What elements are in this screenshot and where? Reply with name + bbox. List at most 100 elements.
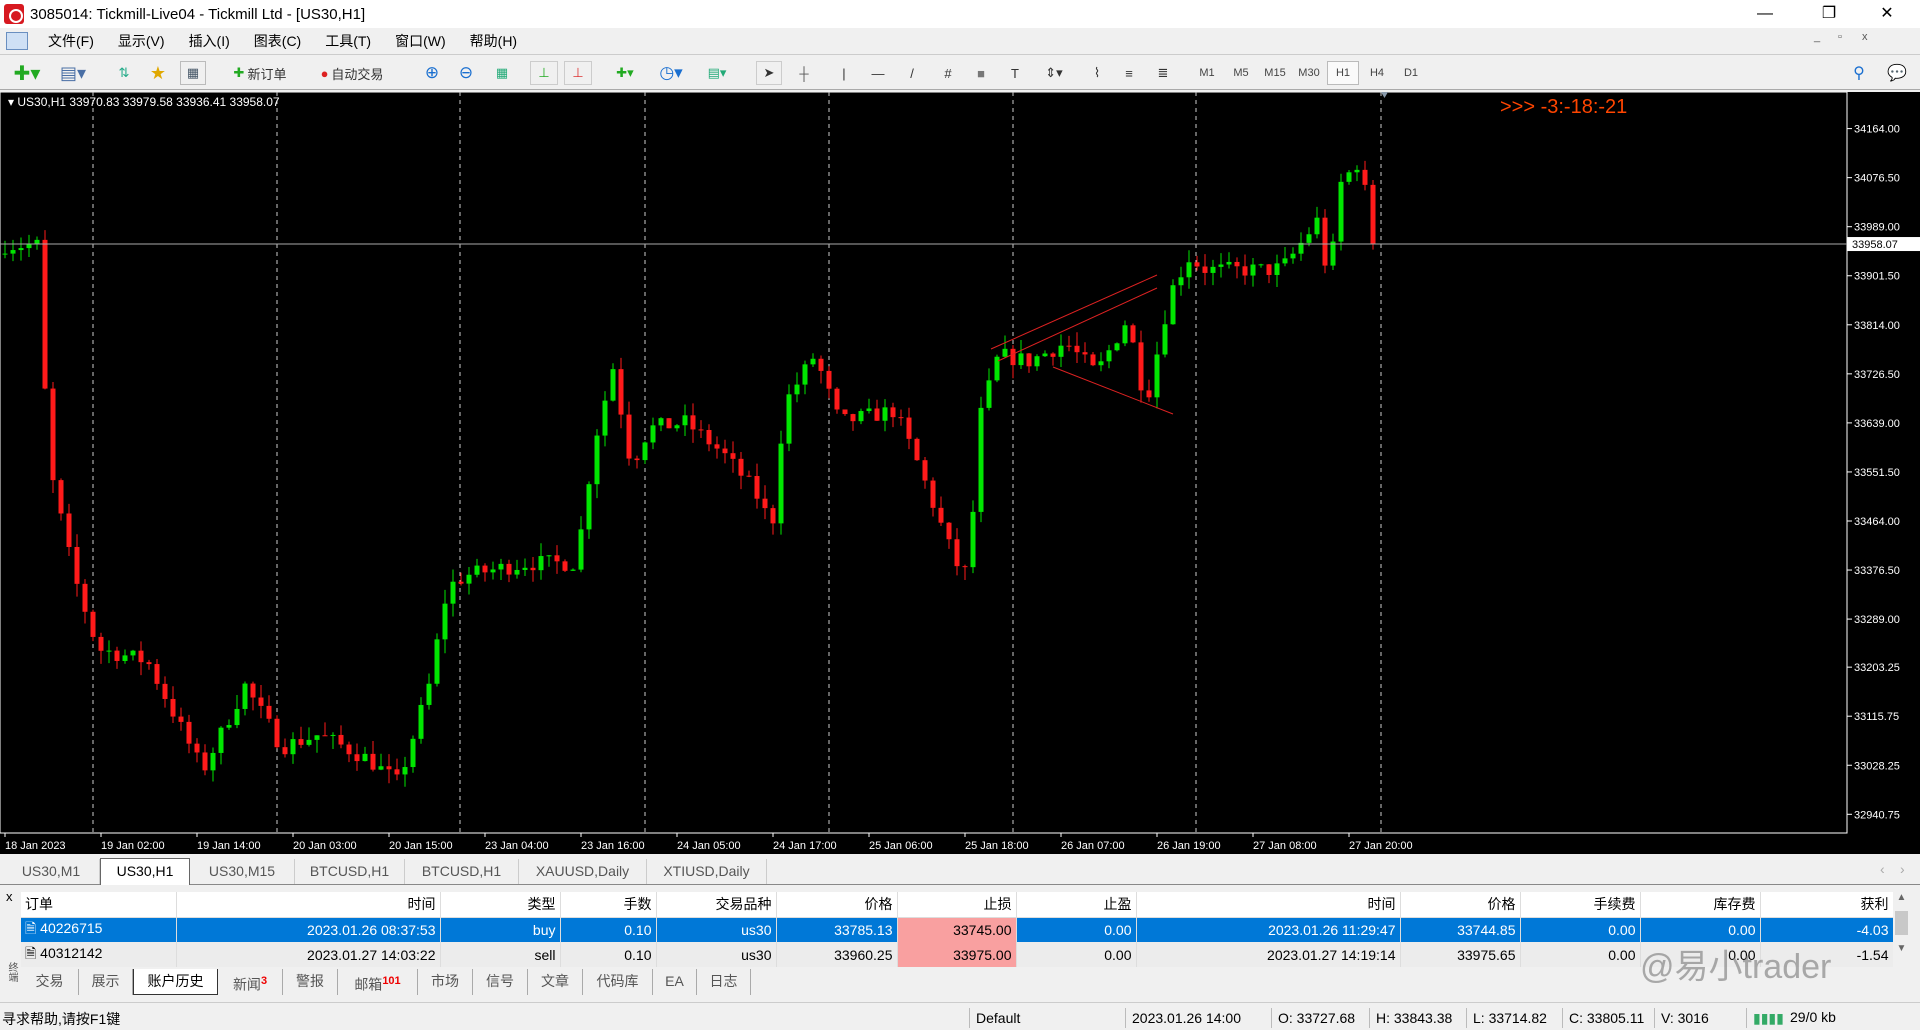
column-header[interactable]: 库存费 [1640, 892, 1761, 918]
terminal-close-button[interactable]: x [6, 889, 13, 904]
column-header[interactable]: 交易品种 [656, 892, 777, 918]
chart-tab[interactable]: BTCUSD,H1 [405, 859, 519, 884]
cursor-icon[interactable]: ➤ [756, 61, 782, 85]
column-header[interactable]: 订单 [21, 892, 177, 918]
text-icon[interactable]: T [1004, 61, 1026, 85]
column-header[interactable]: 手续费 [1520, 892, 1641, 918]
child-close-button[interactable]: x [1862, 31, 1868, 43]
chart-shift-icon[interactable]: ⊥ [530, 61, 558, 85]
column-header[interactable]: 手数 [560, 892, 657, 918]
new-order-button[interactable]: ✚ 新订单 [222, 61, 298, 85]
child-restore-button[interactable]: ▫ [1838, 31, 1842, 43]
status-low: L: 33714.82 [1466, 1008, 1547, 1028]
price-chart[interactable]: 34164.00 34076.50 33989.00 33901.50 33814.00… [0, 92, 1920, 854]
column-header[interactable]: 价格 [776, 892, 898, 918]
menu-insert[interactable]: 插入(I) [177, 31, 242, 51]
column-header[interactable]: 时间 [1136, 892, 1401, 918]
menu-help[interactable]: 帮助(H) [458, 31, 529, 51]
indicators-button[interactable]: ✚▾ [608, 61, 642, 85]
table-row[interactable]: 🗎 40312142 2023.01.27 14:03:22 sell 0.10 us3… [21, 942, 1894, 967]
minimize-button[interactable]: — [1742, 0, 1788, 28]
terminal-tab[interactable]: EA [653, 969, 697, 995]
new-chart-button[interactable]: ✚▾ [10, 61, 44, 85]
candle-body [530, 567, 536, 571]
fibo-retracement-icon[interactable]: ≣ [1152, 61, 1174, 85]
menu-file[interactable]: 文件(F) [36, 31, 106, 51]
elliott-icon[interactable]: ⌇ [1086, 61, 1108, 85]
table-row[interactable]: 🗎 40226715 2023.01.26 08:37:53 buy 0.10 us30… [21, 917, 1894, 942]
candle-body [290, 739, 296, 755]
candle-body [18, 248, 24, 251]
terminal-button[interactable]: ▦ [180, 61, 206, 85]
auto-scroll-icon[interactable]: ⊥ [564, 61, 592, 85]
menu-bar: 文件(F) 显示(V) 插入(I) 图表(C) 工具(T) 窗口(W) 帮助(H… [0, 28, 1920, 54]
timeframe-m15[interactable]: M15 [1259, 61, 1291, 85]
menu-tools[interactable]: 工具(T) [313, 31, 383, 51]
chart-tab[interactable]: US30,M1 [3, 859, 100, 884]
column-header[interactable]: 价格 [1400, 892, 1521, 918]
terminal-tab[interactable]: 邮箱101 [338, 969, 418, 995]
close-button[interactable]: ✕ [1864, 0, 1910, 28]
terminal-tab[interactable]: 警报 [283, 969, 338, 995]
child-minimize-button[interactable]: _ [1814, 31, 1820, 43]
column-header[interactable]: 时间 [176, 892, 441, 918]
terminal-tab[interactable]: 代码库 [583, 969, 653, 995]
maximize-button[interactable]: ❐ [1806, 0, 1852, 28]
candle-body [1138, 342, 1144, 391]
chart-tab-active[interactable]: US30,H1 [100, 858, 190, 885]
terminal-tab[interactable]: 市场 [418, 969, 473, 995]
market-watch-button[interactable]: ⇅ [112, 61, 136, 85]
chart-tab[interactable]: XTIUSD,Daily [647, 859, 767, 884]
rectangle-icon[interactable]: ■ [970, 61, 992, 85]
timeframe-m30[interactable]: M30 [1293, 61, 1325, 85]
tab-scroll-left-icon[interactable]: ‹ [1880, 861, 1885, 877]
chat-icon[interactable]: 💬 [1884, 61, 1910, 85]
chart-canvas[interactable]: 34164.00 34076.50 33989.00 33901.50 33814.00… [0, 92, 1920, 854]
terminal-tab[interactable]: 日志 [697, 969, 751, 995]
fibo-fan-icon[interactable]: ≡ [1118, 61, 1140, 85]
templates-button[interactable]: ▤▾ [700, 61, 734, 85]
chart-tab[interactable]: BTCUSD,H1 [295, 859, 405, 884]
auto-trading-button[interactable]: ● 自动交易 [306, 61, 398, 85]
column-header[interactable]: 止盈 [1016, 892, 1137, 918]
terminal-tab[interactable]: 新闻3 [218, 969, 283, 995]
horizontal-line-icon[interactable]: — [868, 61, 888, 85]
terminal-tab[interactable]: 账户历史 [133, 969, 218, 995]
channel-icon[interactable]: # [936, 61, 960, 85]
candle-body [250, 683, 256, 698]
periods-button[interactable]: ◷▾ [654, 61, 688, 85]
terminal-tab[interactable]: 文章 [528, 969, 583, 995]
chart-tab[interactable]: US30,M15 [190, 859, 295, 884]
status-bar: 寻求帮助,请按F1键 Default 2023.01.26 14:00 O: 3… [0, 1002, 1920, 1030]
terminal-tab[interactable]: 信号 [473, 969, 528, 995]
terminal-tab[interactable]: 展示 [79, 969, 133, 995]
menu-window[interactable]: 窗口(W) [383, 31, 458, 51]
column-header[interactable]: 获利 [1760, 892, 1894, 918]
crosshair-icon[interactable]: ┼ [792, 61, 816, 85]
terminal-tab-label: 文章 [541, 973, 569, 989]
column-header[interactable]: 类型 [440, 892, 561, 918]
navigator-button[interactable]: ★ [146, 61, 170, 85]
chart-tab[interactable]: XAUUSD,Daily [519, 859, 647, 884]
vertical-line-icon[interactable]: | [834, 61, 854, 85]
table-cell: 33975.65 [1400, 942, 1521, 967]
arrows-icon[interactable]: ⇕▾ [1038, 61, 1070, 85]
tile-windows-icon[interactable]: ▦ [490, 61, 514, 85]
candle-body [514, 569, 520, 575]
profiles-button[interactable]: ▤▾ [56, 61, 90, 85]
timeframe-d1[interactable]: D1 [1395, 61, 1427, 85]
zoom-in-icon[interactable]: ⊕ [420, 61, 444, 85]
timeframe-m5[interactable]: M5 [1225, 61, 1257, 85]
search-icon[interactable]: ⚲ [1848, 61, 1870, 85]
terminal-tab[interactable]: 交易 [21, 969, 79, 995]
timeframe-m1[interactable]: M1 [1191, 61, 1223, 85]
zoom-out-icon[interactable]: ⊖ [454, 61, 478, 85]
timeframe-h4[interactable]: H4 [1361, 61, 1393, 85]
timeframe-h1[interactable]: H1 [1327, 61, 1359, 85]
tab-scroll-right-icon[interactable]: › [1900, 861, 1905, 877]
menu-charts[interactable]: 图表(C) [242, 31, 313, 51]
column-header[interactable]: 止损 [897, 892, 1017, 918]
trendline-icon[interactable]: / [902, 61, 922, 85]
menu-view[interactable]: 显示(V) [106, 31, 177, 51]
table-scrollbar[interactable]: ▲ ▼ [1893, 892, 1910, 967]
